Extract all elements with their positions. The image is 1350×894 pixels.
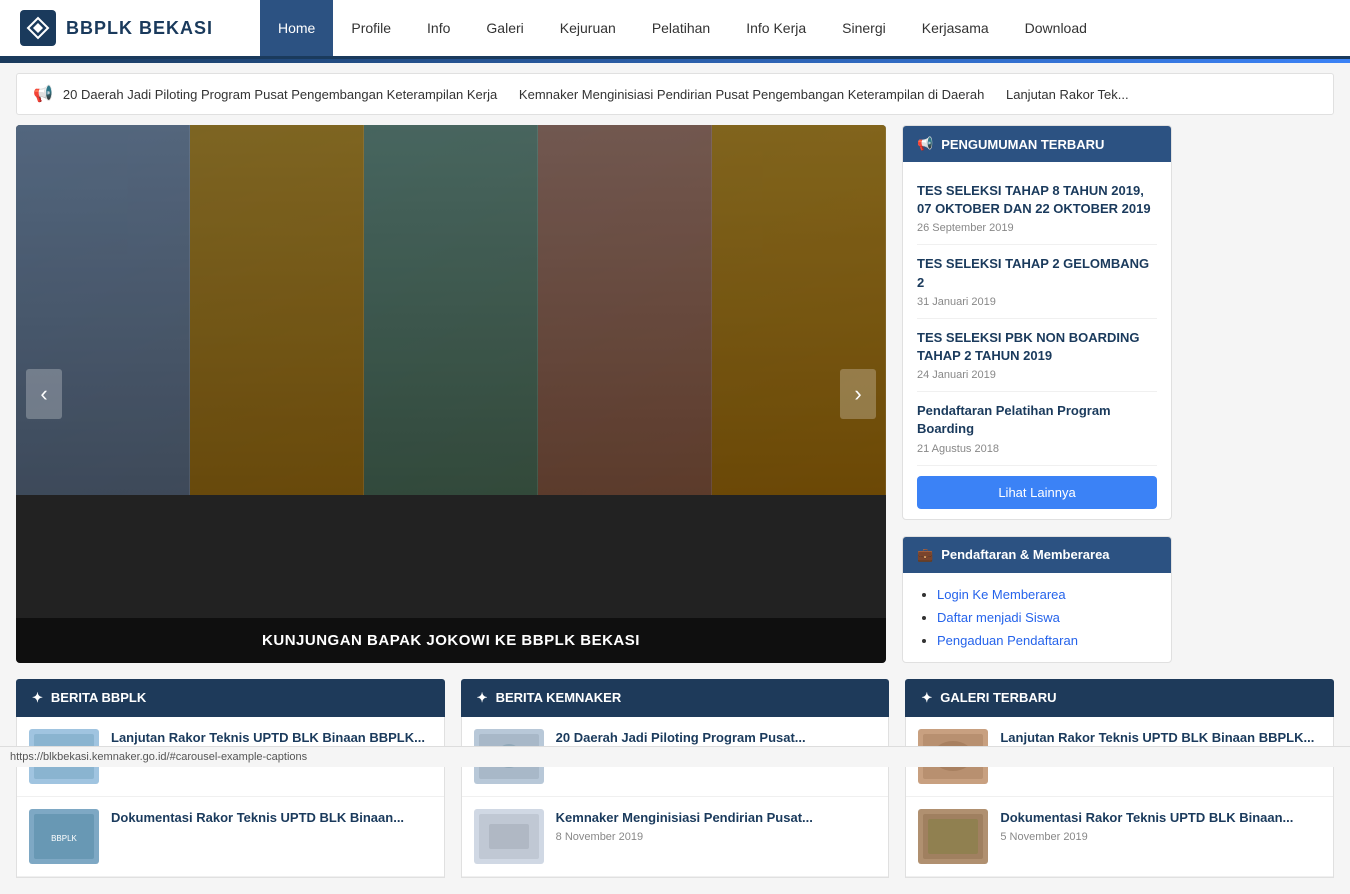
navbar: BBPLK BEKASI Home Profile Info Galeri Ke… [0, 0, 1350, 59]
announcement-item-1: TES SELEKSI TAHAP 8 TAHUN 2019, 07 OKTOB… [917, 172, 1157, 245]
nav-download[interactable]: Download [1007, 0, 1105, 56]
galeri-terbaru-icon: ✦ [921, 690, 932, 706]
thumb-svg-2: BBPLK [29, 809, 99, 864]
berita-kemnaker-item-2: Kemnaker Menginisiasi Pendirian Pusat...… [462, 797, 889, 877]
pendaftaran-card: 💼 Pendaftaran & Memberarea Login Ke Memb… [902, 536, 1172, 663]
berita-bbplk-content-2: Dokumentasi Rakor Teknis UPTD BLK Binaan… [111, 809, 404, 831]
announcement-item-4: Pendaftaran Pelatihan Program Boarding 2… [917, 392, 1157, 465]
ticker-bar: 📢 20 Daerah Jadi Piloting Program Pusat … [16, 73, 1334, 115]
berita-kemnaker-content-2: Kemnaker Menginisiasi Pendirian Pusat...… [556, 809, 813, 843]
main-nav: Home Profile Info Galeri Kejuruan Pelati… [260, 0, 1105, 56]
galeri-terbaru-section: ✦ GALERI TERBARU Lanjutan Rakor Teknis U… [905, 679, 1334, 878]
accent-bar [0, 59, 1350, 63]
pendaftaran-link-1: Login Ke Memberarea [937, 583, 1157, 606]
announcement-icon: 📢 [917, 136, 933, 152]
main-content: ‹ › KUNJUNGAN BAPAK JOKOWI KE BBPLK BEKA… [0, 125, 1350, 679]
nav-sinergi[interactable]: Sinergi [824, 0, 904, 56]
status-url: https://blkbekasi.kemnaker.go.id/#carous… [10, 751, 307, 763]
carousel-caption: KUNJUNGAN BAPAK JOKOWI KE BBPLK BEKASI [16, 618, 886, 663]
berita-bbplk-thumb-2: BBPLK [29, 809, 99, 864]
lihat-lainnya-button[interactable]: Lihat Lainnya [917, 476, 1157, 509]
pendaftaran-link-2: Daftar menjadi Siswa [937, 606, 1157, 629]
nav-info[interactable]: Info [409, 0, 468, 56]
nav-galeri[interactable]: Galeri [468, 0, 541, 56]
nav-home[interactable]: Home [260, 0, 333, 56]
pendaftaran-link-3: Pengaduan Pendaftaran [937, 629, 1157, 652]
svg-text:BBPLK: BBPLK [51, 834, 77, 843]
galeri-terbaru-body: Lanjutan Rakor Teknis UPTD BLK Binaan BB… [905, 717, 1334, 878]
pengumuman-header: 📢 PENGUMUMAN TERBARU [903, 126, 1171, 162]
berita-bbplk-header: ✦ BERITA BBPLK [16, 679, 445, 717]
berita-bbplk-item-2: BBPLK Dokumentasi Rakor Teknis UPTD BLK … [17, 797, 444, 877]
brand: BBPLK BEKASI [0, 0, 260, 56]
galeri-terbaru-item-2: Dokumentasi Rakor Teknis UPTD BLK Binaan… [906, 797, 1333, 877]
berita-kemnaker-section: ✦ BERITA KEMNAKER 20 Daerah Jadi Pilotin… [461, 679, 890, 878]
galeri-thumb-svg-2 [918, 809, 988, 864]
berita-bbplk-body: BLK Lanjutan Rakor Teknis UPTD BLK Binaa… [16, 717, 445, 878]
pendaftaran-icon: 💼 [917, 547, 933, 563]
nav-infokerja[interactable]: Info Kerja [728, 0, 824, 56]
berita-kemnaker-thumb-2 [474, 809, 544, 864]
carousel-next-button[interactable]: › [840, 369, 876, 419]
bottom-sections: ✦ BERITA BBPLK BLK Lanjutan Rakor Teknis… [0, 679, 1350, 894]
carousel: ‹ › KUNJUNGAN BAPAK JOKOWI KE BBPLK BEKA… [16, 125, 886, 663]
nav-profile[interactable]: Profile [333, 0, 409, 56]
megaphone-icon: 📢 [33, 84, 53, 104]
nav-kerjasama[interactable]: Kerjasama [904, 0, 1007, 56]
galeri-terbaru-content-2: Dokumentasi Rakor Teknis UPTD BLK Binaan… [1000, 809, 1293, 843]
pendaftaran-links: Login Ke Memberarea Daftar menjadi Siswa… [917, 583, 1157, 652]
pengumuman-card: 📢 PENGUMUMAN TERBARU TES SELEKSI TAHAP 8… [902, 125, 1172, 520]
pengumuman-body: TES SELEKSI TAHAP 8 TAHUN 2019, 07 OKTOB… [903, 162, 1171, 519]
sidebar: 📢 PENGUMUMAN TERBARU TES SELEKSI TAHAP 8… [902, 125, 1172, 663]
kemnaker-thumb-svg-2 [474, 809, 544, 864]
pendaftaran-header: 💼 Pendaftaran & Memberarea [903, 537, 1171, 573]
berita-bbplk-icon: ✦ [32, 690, 43, 706]
berita-kemnaker-header: ✦ BERITA KEMNAKER [461, 679, 890, 717]
announcement-item-2: TES SELEKSI TAHAP 2 GELOMBANG 2 31 Janua… [917, 245, 1157, 318]
status-bar: https://blkbekasi.kemnaker.go.id/#carous… [0, 746, 1350, 767]
brand-name: BBPLK BEKASI [66, 18, 213, 39]
berita-bbplk-section: ✦ BERITA BBPLK BLK Lanjutan Rakor Teknis… [16, 679, 445, 878]
announcement-item-3: TES SELEKSI PBK NON BOARDING TAHAP 2 TAH… [917, 319, 1157, 392]
galeri-terbaru-thumb-2 [918, 809, 988, 864]
berita-kemnaker-body: 20 Daerah Jadi Piloting Program Pusat...… [461, 717, 890, 878]
pendaftaran-body: Login Ke Memberarea Daftar menjadi Siswa… [903, 573, 1171, 662]
brand-logo-icon [20, 10, 56, 46]
nav-pelatihan[interactable]: Pelatihan [634, 0, 728, 56]
berita-kemnaker-icon: ✦ [477, 690, 488, 706]
carousel-overlay-svg [16, 125, 886, 495]
ticker-text: 20 Daerah Jadi Piloting Program Pusat Pe… [63, 87, 1129, 102]
galeri-terbaru-header: ✦ GALERI TERBARU [905, 679, 1334, 717]
carousel-prev-button[interactable]: ‹ [26, 369, 62, 419]
nav-kejuruan[interactable]: Kejuruan [542, 0, 634, 56]
carousel-image [16, 125, 886, 495]
